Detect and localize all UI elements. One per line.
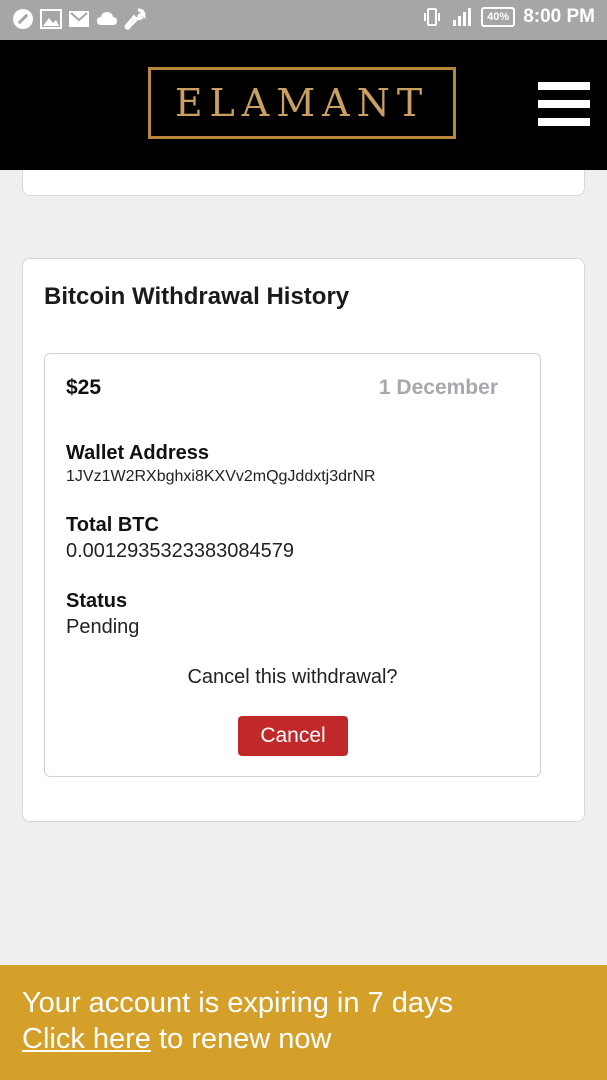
status-bar-right: 40% 8:00 PM: [421, 6, 595, 28]
withdrawal-item: $25 1 December Wallet Address 1JVz1W2RXb…: [44, 353, 541, 777]
total-btc-value: 0.0012935323383084579: [66, 540, 295, 562]
renew-line: Click here to renew now: [22, 1023, 331, 1056]
elamant-logo[interactable]: ELAMANT: [148, 67, 456, 139]
battery-indicator: 40%: [481, 7, 516, 27]
withdrawal-amount: $25: [66, 376, 102, 399]
wallet-address-label: Wallet Address: [66, 442, 209, 464]
wrench-icon: [124, 8, 146, 30]
status-label: Status: [66, 590, 128, 612]
withdrawal-history-title: Bitcoin Withdrawal History: [44, 283, 350, 310]
status-time: 8:00 PM: [523, 6, 595, 27]
cloud-icon: [97, 12, 117, 25]
status-bar-left-icons: [12, 8, 146, 30]
withdrawal-history-card: Bitcoin Withdrawal History $25 1 Decembe…: [22, 258, 585, 822]
total-btc-label: Total BTC: [66, 514, 159, 536]
expiry-banner: Your account is expiring in 7 days Click…: [0, 965, 607, 1080]
gallery-icon: [40, 9, 62, 29]
cancel-prompt: Cancel this withdrawal?: [187, 666, 398, 688]
wallet-address-value: 1JVz1W2RXbghxi8KXVv2mQgJddxtj3drNR: [66, 468, 376, 485]
signal-icon: [453, 8, 472, 26]
no-entry-icon: [13, 9, 33, 29]
renew-link[interactable]: Click here: [22, 1023, 151, 1055]
mail-icon: [69, 11, 89, 27]
status-value: Pending: [66, 616, 140, 638]
hamburger-icon[interactable]: [538, 82, 590, 126]
hamburger-line: [538, 82, 590, 90]
cancel-withdrawal-button[interactable]: Cancel: [238, 716, 348, 756]
app-header: ELAMANT: [0, 40, 607, 170]
hamburger-line: [538, 100, 590, 108]
status-bar: 40% 8:00 PM: [0, 0, 607, 40]
expiry-message: Your account is expiring in 7 days: [22, 987, 453, 1019]
hamburger-line: [538, 118, 590, 126]
renew-suffix: to renew now: [150, 1023, 332, 1055]
vibrate-icon: [424, 8, 441, 26]
withdrawal-date: 1 December: [378, 376, 498, 399]
